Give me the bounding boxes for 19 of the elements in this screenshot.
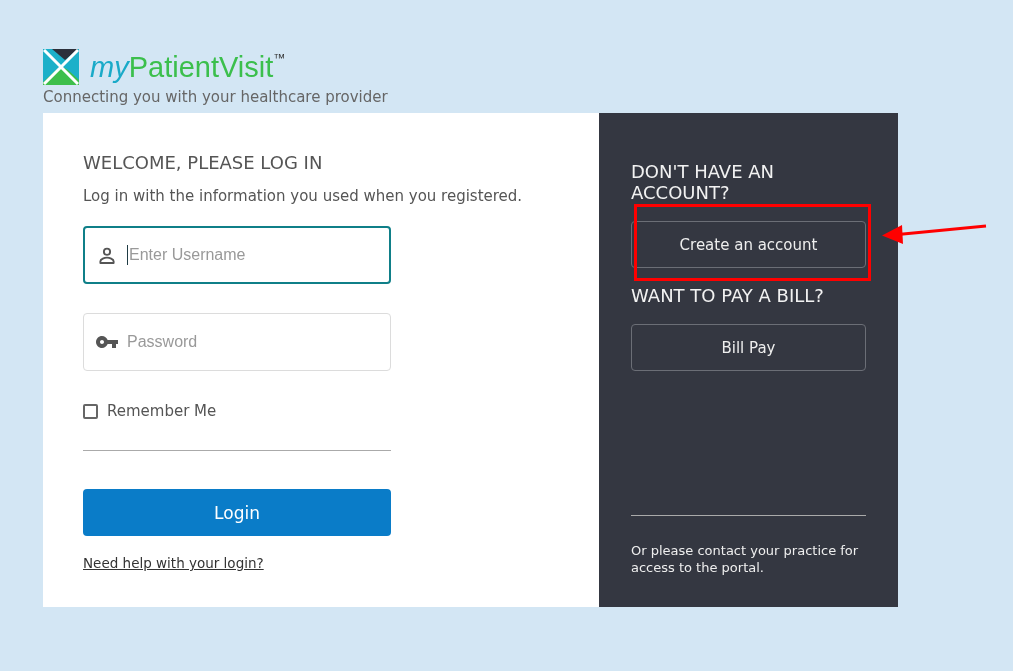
username-field[interactable]: Enter Username <box>83 226 391 284</box>
bill-pay-button[interactable]: Bill Pay <box>631 324 866 371</box>
login-heading: WELCOME, PLEASE LOG IN <box>83 151 324 175</box>
help-link[interactable]: Need help with your login? <box>83 553 264 573</box>
password-field[interactable]: Password <box>83 313 391 371</box>
text-cursor-icon <box>127 245 128 265</box>
brand-name: myPatientVisit$^{™}$ <box>90 50 286 85</box>
key-icon <box>96 336 118 348</box>
login-instructions: Log in with the information you used when you registered. <box>83 186 524 206</box>
logo-icon <box>43 49 79 85</box>
create-account-button[interactable]: Create an account <box>631 221 866 268</box>
user-icon <box>99 247 115 264</box>
section-heading: DON'T HAVE AN ACCOUNT? <box>631 161 776 203</box>
checkbox[interactable] <box>83 403 98 419</box>
login-button[interactable]: Login <box>83 489 391 536</box>
remember-me-label[interactable]: Remember Me <box>107 401 217 421</box>
section-heading: WANT TO PAY A BILL? <box>631 285 825 306</box>
contact-note: Or please contact your practice for access to the portal. <box>631 542 860 576</box>
tagline: Connecting you with your healthcare provider <box>43 87 388 107</box>
